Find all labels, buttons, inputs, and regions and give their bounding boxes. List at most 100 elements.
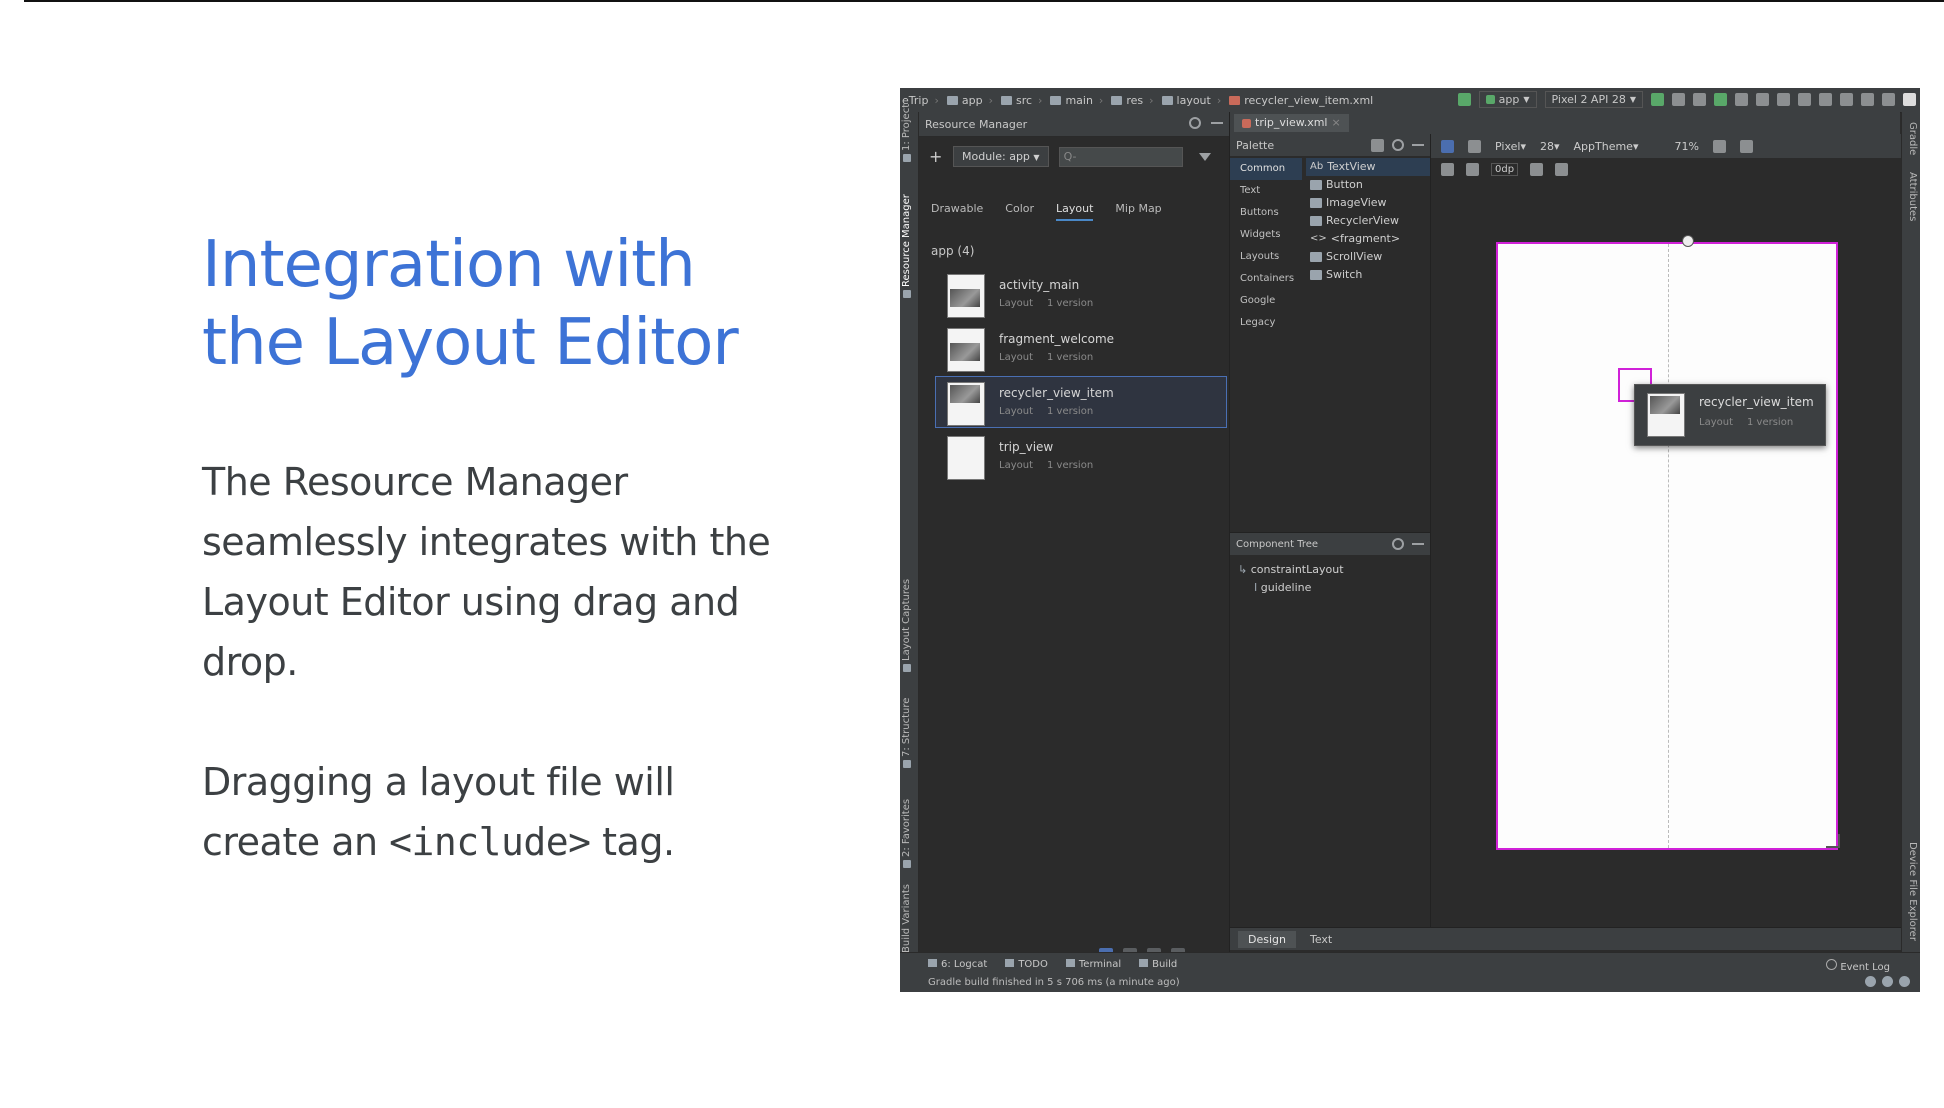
widget-textview[interactable]: Ab TextView: [1306, 158, 1430, 176]
file-tab-trip-view[interactable]: trip_view.xml ×: [1234, 114, 1349, 132]
orientation-icon[interactable]: [1468, 139, 1481, 153]
run-config-select[interactable]: app ▼: [1478, 91, 1537, 108]
api-menu[interactable]: 28▾: [1540, 140, 1560, 153]
widget-scrollview[interactable]: ScrollView: [1306, 248, 1430, 266]
tool-tab-resource-manager[interactable]: Resource Manager: [901, 194, 912, 298]
zoom-in-icon[interactable]: [1712, 139, 1726, 153]
gear-icon[interactable]: [1189, 117, 1201, 129]
device-menu[interactable]: Pixel▾: [1495, 140, 1526, 153]
tree-item-guideline[interactable]: I guideline: [1230, 579, 1430, 597]
debug-icon[interactable]: [1714, 93, 1727, 106]
tool-tab-project[interactable]: 1: Project: [901, 104, 912, 162]
make-project-icon[interactable]: [1457, 93, 1471, 106]
tab-text[interactable]: Text: [1300, 931, 1342, 948]
sdk-manager-icon[interactable]: [1861, 93, 1874, 106]
button-icon: [1310, 180, 1322, 190]
gear-icon[interactable]: [1392, 538, 1404, 550]
autoconnect-icon[interactable]: [1466, 162, 1479, 176]
palette-category[interactable]: Common: [1230, 158, 1302, 180]
tool-tab-layout-captures[interactable]: Layout Captures: [901, 579, 912, 672]
layout-thumbnail: [947, 274, 985, 318]
tool-tab-gradle[interactable]: Gradle: [1907, 122, 1918, 155]
tab-drawable[interactable]: Drawable: [931, 202, 983, 221]
search-icon[interactable]: [1882, 93, 1895, 106]
resource-item-activity-main[interactable]: activity_main Layout 1 version: [935, 268, 1227, 320]
minimize-icon[interactable]: [1211, 122, 1223, 124]
list-icon: [1310, 216, 1322, 226]
inspector-icon[interactable]: [1882, 976, 1893, 987]
palette-category[interactable]: Buttons: [1230, 202, 1302, 224]
search-input[interactable]: Q-: [1058, 146, 1183, 167]
tool-window-todo[interactable]: TODO: [1005, 959, 1048, 970]
resource-item-recycler-view-item[interactable]: recycler_view_item Layout 1 version: [935, 376, 1227, 428]
tab-layout[interactable]: Layout: [1056, 202, 1094, 221]
layers-icon[interactable]: [1441, 139, 1454, 153]
event-log-button[interactable]: Event Log: [1826, 959, 1890, 973]
breadcrumb-app[interactable]: app ›: [946, 94, 993, 107]
widget-switch[interactable]: Switch: [1306, 266, 1430, 284]
tree-item-constraint-layout[interactable]: ↳ constraintLayout: [1230, 561, 1430, 579]
filter-icon[interactable]: [1198, 152, 1211, 161]
palette-category[interactable]: Legacy: [1230, 312, 1302, 334]
widget-recyclerview[interactable]: RecyclerView: [1306, 212, 1430, 230]
tool-tab-favorites[interactable]: 2: Favorites: [901, 799, 912, 868]
vertical-guideline[interactable]: [1668, 244, 1669, 848]
add-resource-button[interactable]: +: [929, 147, 943, 166]
profile-icon[interactable]: [1756, 93, 1769, 106]
tool-tab-structure[interactable]: 7: Structure: [901, 698, 912, 768]
sync-gradle-icon[interactable]: [1819, 93, 1832, 106]
tool-window-logcat[interactable]: 6: Logcat: [928, 959, 987, 970]
memory-icon[interactable]: [1899, 976, 1910, 987]
tool-tab-attributes[interactable]: Attributes: [1907, 172, 1918, 221]
theme-menu[interactable]: AppTheme▾: [1574, 140, 1639, 153]
tool-tab-device-file-explorer[interactable]: Device File Explorer: [1907, 842, 1918, 941]
breadcrumb-main[interactable]: main ›: [1050, 94, 1103, 107]
apply-code-changes-icon[interactable]: [1693, 93, 1706, 106]
logcat-icon: [928, 959, 937, 967]
zoom-level: 71%: [1674, 139, 1699, 153]
tab-mip-map[interactable]: Mip Map: [1115, 202, 1161, 221]
widget-fragment[interactable]: <> <fragment>: [1306, 230, 1430, 248]
guidelines-icon[interactable]: [1555, 162, 1569, 176]
stop-icon[interactable]: [1798, 93, 1811, 106]
tab-design[interactable]: Design: [1238, 930, 1296, 948]
minimize-icon[interactable]: [1412, 543, 1424, 545]
lock-icon[interactable]: [1865, 976, 1876, 987]
tool-window-build[interactable]: Build: [1139, 959, 1177, 970]
tab-color[interactable]: Color: [1005, 202, 1034, 221]
attach-debugger-icon[interactable]: [1777, 93, 1790, 106]
panel-title: Resource Manager: [925, 117, 1028, 131]
breadcrumb-file[interactable]: recycler_view_item.xml: [1229, 94, 1373, 107]
minimize-icon[interactable]: [1412, 144, 1424, 146]
palette-category[interactable]: Text: [1230, 180, 1302, 202]
run-icon[interactable]: [1651, 93, 1664, 106]
tool-window-terminal[interactable]: Terminal: [1065, 959, 1121, 970]
resize-handle-icon[interactable]: [1826, 834, 1840, 848]
widget-button[interactable]: Button: [1306, 176, 1430, 194]
breadcrumb-res[interactable]: res ›: [1111, 94, 1154, 107]
breadcrumb-layout[interactable]: layout ›: [1161, 94, 1221, 107]
coverage-icon[interactable]: [1735, 93, 1748, 106]
warning-icon[interactable]: [1739, 139, 1753, 153]
palette-category[interactable]: Containers: [1230, 268, 1302, 290]
search-icon[interactable]: [1371, 139, 1384, 152]
resource-item-trip-view[interactable]: trip_view Layout 1 version: [935, 430, 1227, 482]
device-preview[interactable]: [1496, 235, 1838, 850]
palette-category[interactable]: Google: [1230, 290, 1302, 312]
eye-icon[interactable]: [1441, 162, 1454, 176]
breadcrumb-src[interactable]: src ›: [1000, 94, 1042, 107]
device-select[interactable]: Pixel 2 API 28 ▼: [1544, 91, 1643, 108]
apply-changes-icon[interactable]: [1672, 93, 1685, 106]
module-select[interactable]: Module: app ▼: [953, 146, 1049, 167]
palette-category[interactable]: Layouts: [1230, 246, 1302, 268]
palette-category[interactable]: Widgets: [1230, 224, 1302, 246]
avd-manager-icon[interactable]: [1840, 93, 1853, 106]
default-margin[interactable]: 0dp: [1491, 162, 1519, 176]
resource-item-fragment-welcome[interactable]: fragment_welcome Layout 1 version: [935, 322, 1227, 374]
ide-window: eTrip › app › src › main › res › layout › recy…: [900, 88, 1920, 992]
guideline-handle-icon[interactable]: [1682, 235, 1694, 247]
account-icon[interactable]: [1903, 93, 1916, 106]
gear-icon[interactable]: [1392, 139, 1404, 151]
widget-imageview[interactable]: ImageView: [1306, 194, 1430, 212]
infer-constraints-icon[interactable]: [1530, 162, 1544, 176]
